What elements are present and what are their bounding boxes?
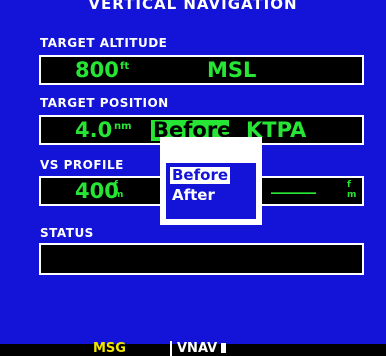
target-altitude-value[interactable]: 800	[75, 57, 119, 83]
page-title: VERTICAL NAVIGATION	[88, 0, 298, 13]
popup-option-before[interactable]: Before	[170, 167, 231, 184]
target-altitude-field[interactable]: 800 ft MSL	[39, 55, 364, 85]
vs-required-unit-bottom: m	[347, 190, 357, 200]
target-position-distance[interactable]: 4.0	[75, 117, 112, 143]
target-altitude-label: TARGET ALTITUDE	[40, 36, 168, 50]
vs-profile-value[interactable]: 400	[75, 178, 119, 204]
cursor-block-icon	[221, 343, 227, 353]
msg-indicator[interactable]: MSG	[93, 341, 126, 356]
position-popup: POSITION Before After	[160, 137, 262, 225]
status-label: STATUS	[40, 226, 94, 240]
page-indicator: VNAV	[170, 341, 227, 356]
target-altitude-unit: ft	[120, 61, 130, 72]
vnav-page: VERTICAL NAVIGATION TARGET ALTITUDE 800 …	[0, 0, 386, 344]
popup-option-list: Before After	[166, 163, 256, 219]
vs-profile-label: VS PROFILE	[40, 158, 124, 172]
status-bar: MSG VNAV	[0, 341, 386, 356]
vs-profile-unit-bottom: m	[114, 190, 124, 200]
popup-option-after[interactable]: After	[170, 187, 217, 204]
popup-title: POSITION	[168, 144, 237, 158]
popup-divider	[168, 160, 254, 162]
altitude-reference-value[interactable]: MSL	[207, 57, 256, 83]
page-indicator-label: VNAV	[177, 341, 218, 356]
vs-required-value: _____	[271, 174, 316, 195]
status-field	[39, 243, 364, 275]
vs-required-unit-top: f	[347, 180, 351, 190]
vs-profile-unit-top: f	[114, 180, 118, 190]
target-position-unit: nm	[114, 121, 132, 132]
target-position-label: TARGET POSITION	[40, 96, 169, 110]
